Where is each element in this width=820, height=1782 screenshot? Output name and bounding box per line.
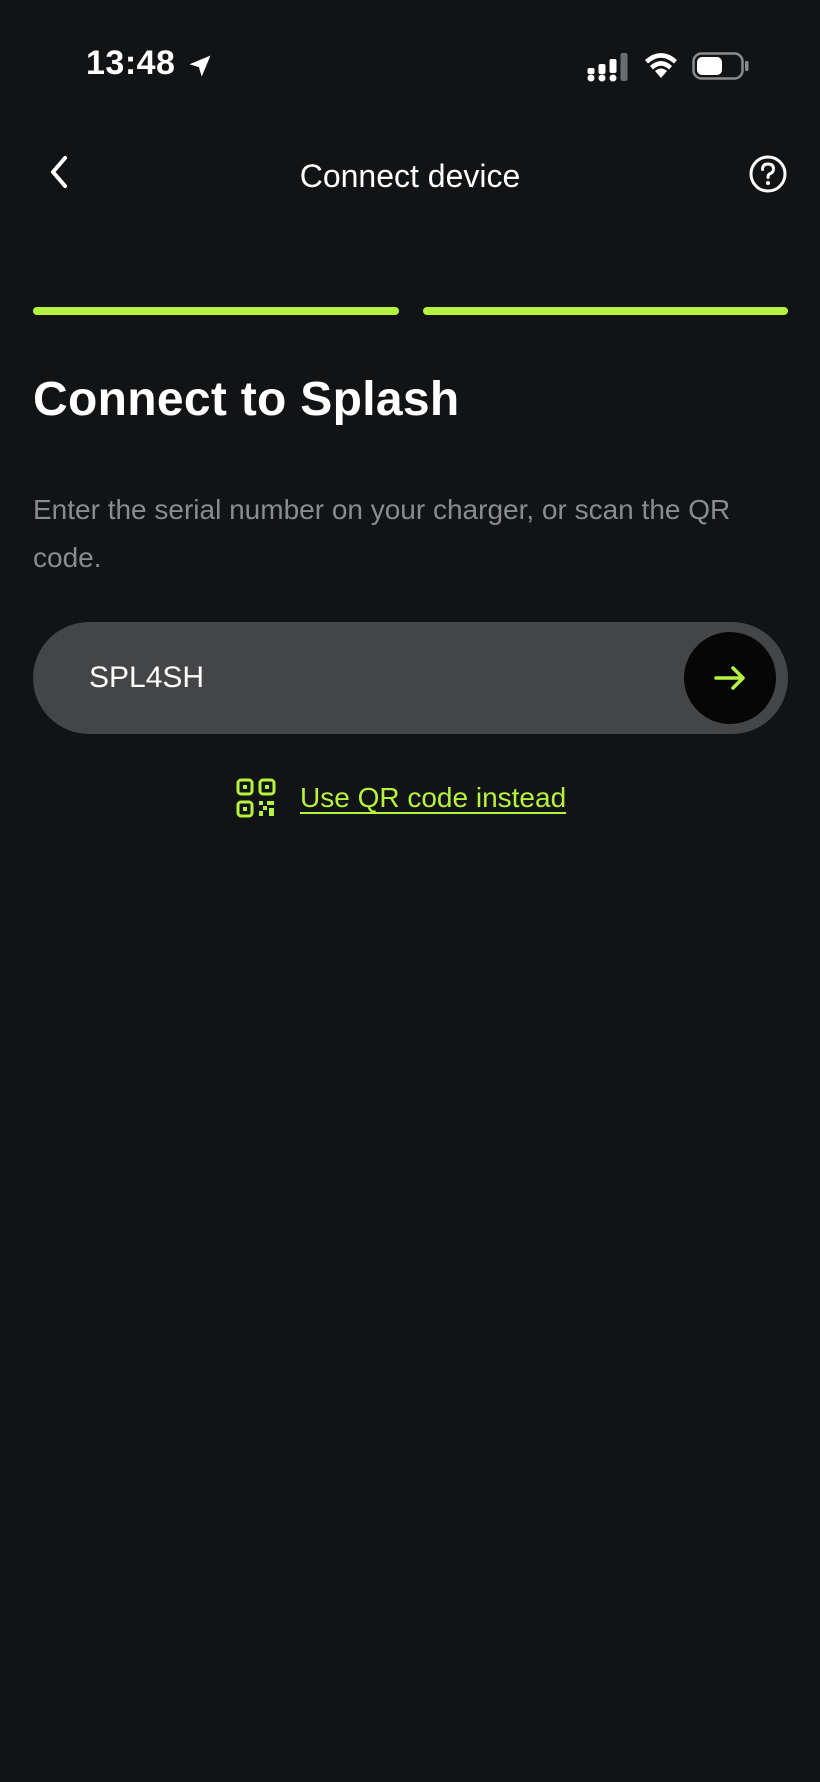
progress-step-2 bbox=[422, 307, 788, 315]
help-circle-icon bbox=[749, 155, 787, 193]
header: Connect device bbox=[0, 130, 820, 230]
cellular-signal-icon bbox=[587, 53, 628, 82]
wifi-icon bbox=[645, 53, 677, 78]
location-arrow-icon bbox=[189, 55, 211, 77]
status-bar: 13:48 bbox=[0, 0, 820, 130]
status-time: 13:48 bbox=[86, 44, 176, 82]
heading: Connect to Splash bbox=[33, 373, 460, 426]
help-button[interactable] bbox=[746, 152, 790, 196]
progress-bar bbox=[33, 307, 788, 315]
progress-step-1 bbox=[33, 307, 399, 315]
battery-icon bbox=[692, 52, 749, 80]
use-qr-code-link[interactable]: Use QR code instead bbox=[236, 778, 566, 818]
serial-number-field bbox=[33, 622, 788, 734]
qr-link-label: Use QR code instead bbox=[300, 782, 567, 813]
description: Enter the serial number on your charger,… bbox=[33, 494, 731, 573]
serial-number-input[interactable] bbox=[89, 622, 689, 734]
arrow-right-icon bbox=[714, 666, 745, 690]
qr-code-icon bbox=[236, 778, 276, 818]
submit-button[interactable] bbox=[684, 632, 776, 724]
page-title: Connect device bbox=[299, 158, 521, 194]
